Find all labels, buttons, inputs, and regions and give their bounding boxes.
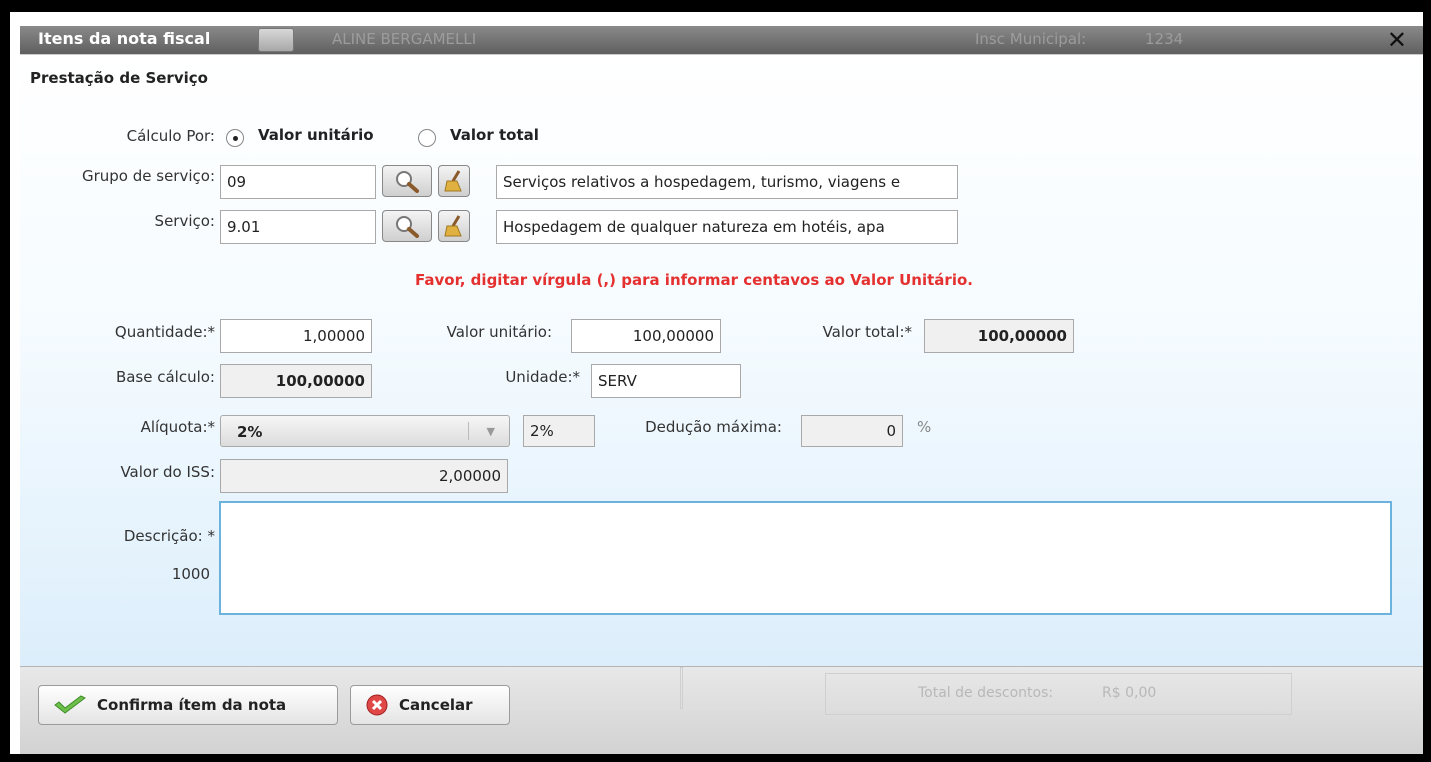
background-divider [680, 667, 683, 709]
background-insc-label: Insc Municipal: [975, 30, 1087, 48]
calculo-label: Cálculo Por: [126, 127, 215, 145]
valor-iss-field: 2,00000 [220, 459, 508, 493]
broom-icon [444, 170, 462, 192]
chevron-down-icon[interactable]: ▼ [487, 425, 495, 438]
close-icon[interactable]: ✕ [1387, 26, 1407, 54]
checkmark-icon [54, 695, 86, 714]
servico-search-button[interactable] [382, 210, 432, 242]
servico-clear-button[interactable] [438, 210, 470, 242]
dialog-window: Itens da nota fiscal ALINE BERGAMELLI In… [8, 10, 1425, 756]
broom-icon [444, 215, 462, 237]
section-title: Prestação de Serviço [30, 69, 208, 87]
confirm-button[interactable]: Confirma ítem da nota [38, 685, 338, 725]
valor-total-field: 100,00000 [924, 319, 1074, 353]
radio-valor-unitario[interactable] [226, 129, 244, 147]
background-insc-value: 1234 [1145, 30, 1184, 48]
aliquota-label: Alíquota:* [140, 418, 215, 436]
valor-unitario-label: Valor unitário: [446, 323, 552, 341]
cancel-icon [366, 694, 388, 716]
radio-valor-total[interactable] [418, 129, 436, 147]
background-descontos-value: R$ 0,00 [1102, 685, 1157, 701]
centavos-warning: Favor, digitar vírgula (,) para informar… [415, 271, 973, 289]
radio-valor-total-label: Valor total [450, 126, 539, 144]
valor-iss-label: Valor do ISS: [120, 463, 215, 481]
cancel-button-label: Cancelar [399, 696, 473, 714]
dialog-title: Itens da nota fiscal [38, 29, 211, 48]
background-name-text: ALINE BERGAMELLI [332, 30, 477, 48]
aliquota-select[interactable]: 2% ▼ [220, 415, 510, 447]
servico-code-input[interactable]: 9.01 [220, 210, 376, 244]
base-calculo-label: Base cálculo: [115, 368, 215, 386]
deducao-label: Dedução máxima: [645, 418, 782, 436]
valor-total-label: Valor total:* [822, 323, 912, 341]
background-descontos-box [825, 673, 1292, 715]
dialog-content: Prestação de Serviço Cálculo Por: Valor … [20, 54, 1423, 667]
background-icon-button [258, 28, 294, 52]
valor-unitario-input[interactable]: 100,00000 [571, 319, 721, 353]
aliquota-percent-field: 2% [523, 415, 595, 447]
confirm-button-label: Confirma ítem da nota [97, 696, 287, 714]
dialog-footer: Total de descontos: R$ 0,00 Confirma íte… [20, 666, 1423, 754]
grupo-code-input[interactable]: 09 [220, 165, 376, 199]
aliquota-select-value: 2% [237, 423, 263, 441]
quantidade-input[interactable]: 1,00000 [220, 319, 372, 353]
search-icon [396, 216, 419, 238]
deducao-field: 0 [801, 415, 903, 447]
descricao-textarea[interactable] [219, 501, 1392, 615]
servico-description-field: Hospedagem de qualquer natureza em hotéi… [496, 210, 958, 244]
grupo-search-button[interactable] [382, 165, 432, 197]
descricao-label: Descrição: * [123, 527, 215, 545]
deducao-percent: % [917, 418, 932, 436]
background-descontos-label: Total de descontos: [918, 685, 1054, 701]
grupo-clear-button[interactable] [438, 165, 470, 197]
radio-valor-unitario-label: Valor unitário [258, 126, 374, 144]
servico-label: Serviço: [154, 212, 215, 230]
grupo-label: Grupo de serviço: [81, 167, 215, 185]
base-calculo-field: 100,00000 [220, 364, 372, 398]
select-separator [468, 422, 469, 440]
descricao-char-counter: 1000 [171, 565, 210, 583]
cancel-button[interactable]: Cancelar [350, 685, 510, 725]
grupo-description-field: Serviços relativos a hospedagem, turismo… [496, 165, 958, 199]
quantidade-label: Quantidade:* [114, 323, 215, 341]
unidade-label: Unidade:* [505, 368, 580, 386]
unidade-input[interactable]: SERV [591, 364, 741, 398]
dialog-titlebar: Itens da nota fiscal ALINE BERGAMELLI In… [20, 26, 1423, 54]
search-icon [396, 171, 419, 193]
